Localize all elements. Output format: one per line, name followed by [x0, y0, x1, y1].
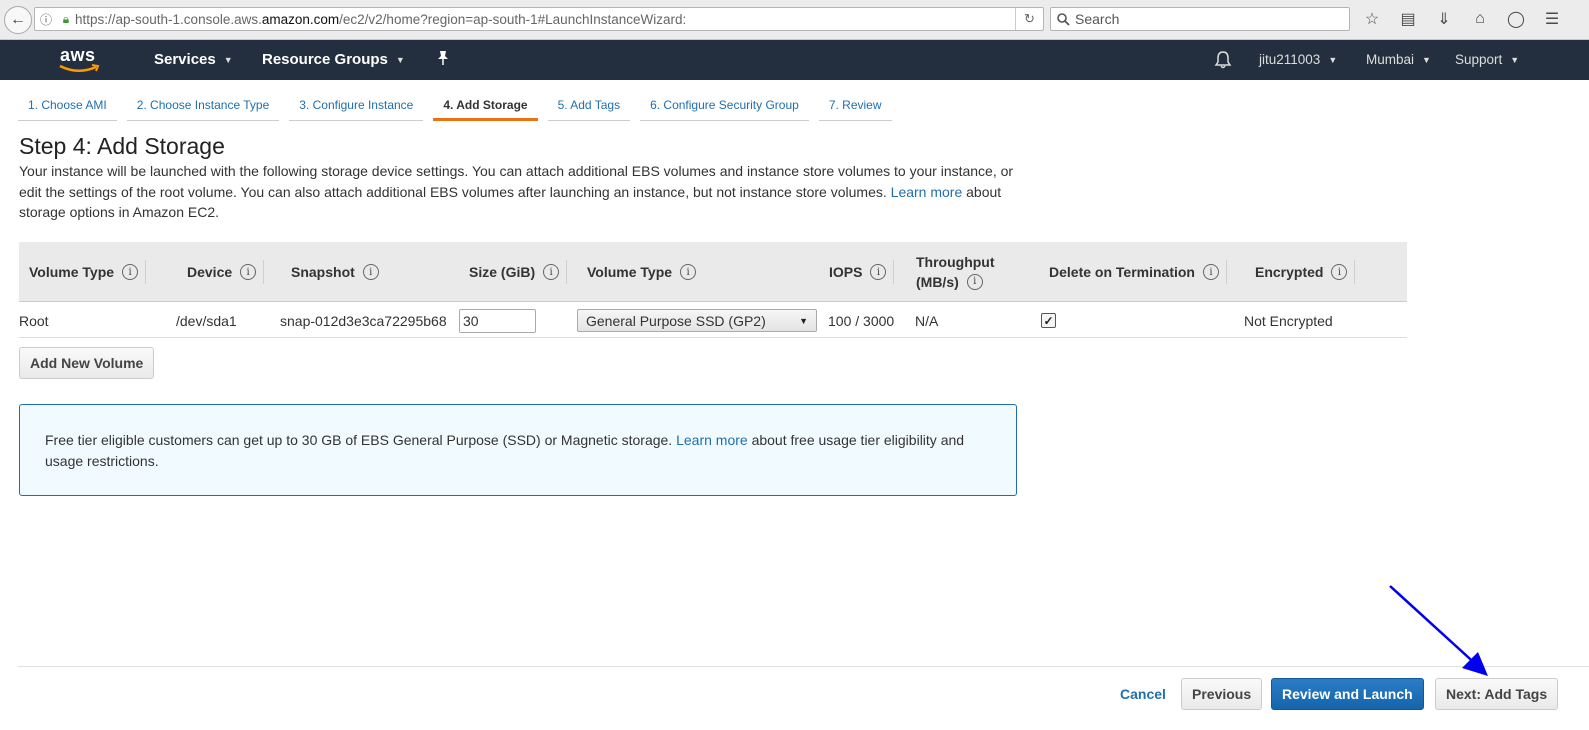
- reload-icon[interactable]: ↻: [1015, 8, 1043, 30]
- support-menu[interactable]: Support ▼: [1455, 52, 1519, 67]
- url-text[interactable]: https://ap-south-1.console.aws.amazon.co…: [75, 12, 686, 27]
- header-size: Size (GiB) i: [469, 242, 568, 302]
- search-icon: [1057, 12, 1070, 26]
- aws-logo[interactable]: aws: [58, 45, 104, 75]
- url-bar[interactable]: ⓘ 🔒︎ https://ap-south-1.console.aws.amaz…: [34, 7, 1044, 31]
- user-menu[interactable]: jitu211003 ▼: [1259, 52, 1337, 67]
- resource-groups-menu[interactable]: Resource Groups ▼: [262, 51, 405, 68]
- cell-size: [459, 303, 536, 338]
- volume-type-select[interactable]: General Purpose SSD (GP2) ▼: [577, 309, 817, 332]
- star-icon[interactable]: ☆: [1360, 8, 1384, 30]
- cell-iops: 100 / 3000: [828, 312, 895, 329]
- learn-more-link[interactable]: Learn more: [891, 184, 963, 200]
- size-input[interactable]: [459, 308, 536, 333]
- page-title: Step 4: Add Storage: [19, 133, 225, 159]
- info-icon[interactable]: i: [543, 264, 560, 280]
- header-throughput: Throughput (MB/s) i: [916, 254, 995, 290]
- info-icon[interactable]: i: [1331, 264, 1348, 280]
- info-icon[interactable]: i: [1202, 264, 1219, 280]
- storage-table-header: Volume Type i Device i Snapshot i Size (GiB…: [19, 242, 1407, 302]
- info-icon[interactable]: i: [966, 274, 983, 290]
- chevron-down-icon: ▼: [1422, 54, 1431, 65]
- header-volume-type-select: Volume Type i: [587, 242, 697, 302]
- info-icon[interactable]: i: [680, 264, 697, 280]
- header-snapshot: Snapshot i: [291, 242, 379, 302]
- browser-toolbar: ← ⓘ 🔒︎ https://ap-south-1.console.aws.am…: [0, 0, 1589, 40]
- tab-review[interactable]: 7. Review: [818, 94, 892, 121]
- tab-add-storage[interactable]: 4. Add Storage: [433, 94, 538, 121]
- info-icon[interactable]: i: [122, 264, 139, 280]
- cell-delete-on-termination: ✓: [1041, 303, 1056, 338]
- aws-top-nav: aws Services ▼ Resource Groups ▼ jitu21100…: [0, 40, 1589, 80]
- delete-on-termination-checkbox[interactable]: ✓: [1041, 313, 1056, 328]
- reader-icon[interactable]: ▤: [1396, 8, 1420, 30]
- wizard-steps: 1. Choose AMI 2. Choose Instance Type 3.…: [18, 94, 902, 121]
- annotation-arrow-icon: [1389, 585, 1488, 676]
- cell-throughput: N/A: [915, 312, 939, 329]
- header-device: Device i: [187, 242, 265, 302]
- header-volume-type: Volume Type i: [29, 242, 147, 302]
- info-icon[interactable]: i: [240, 264, 257, 280]
- download-icon[interactable]: ⇓: [1432, 8, 1456, 30]
- header-iops: IOPS i: [829, 242, 895, 302]
- home-icon[interactable]: ⌂: [1468, 8, 1492, 30]
- header-encrypted: Encrypted i: [1255, 242, 1356, 302]
- pocket-icon[interactable]: ◯: [1504, 8, 1528, 30]
- info-icon[interactable]: ⓘ: [35, 11, 57, 28]
- table-row: Root /dev/sda1 snap-012d3e3ca72295b68 Ge…: [19, 303, 1407, 338]
- chevron-down-icon: ▼: [1328, 54, 1338, 65]
- cell-snapshot: snap-012d3e3ca72295b68: [280, 312, 447, 329]
- cell-volume-type-select: General Purpose SSD (GP2) ▼: [577, 303, 817, 338]
- cancel-link[interactable]: Cancel: [1120, 686, 1166, 702]
- free-tier-info-box: Free tier eligible customers can get up …: [19, 404, 1017, 496]
- check-icon: ✓: [1043, 313, 1054, 328]
- tab-configure-security-group[interactable]: 6. Configure Security Group: [640, 94, 809, 121]
- page-description: Your instance will be launched with the …: [19, 163, 1014, 220]
- chevron-down-icon: ▼: [395, 54, 405, 65]
- chevron-down-icon: ▼: [1510, 54, 1520, 65]
- bell-icon[interactable]: [1213, 50, 1233, 70]
- browser-search-input[interactable]: Search: [1050, 7, 1350, 31]
- review-and-launch-button[interactable]: Review and Launch: [1271, 678, 1424, 710]
- chevron-down-icon: ▼: [799, 315, 808, 326]
- back-arrow-icon[interactable]: ←: [4, 6, 32, 34]
- tab-choose-instance-type[interactable]: 2. Choose Instance Type: [126, 94, 280, 121]
- tab-choose-ami[interactable]: 1. Choose AMI: [18, 94, 117, 121]
- menu-icon[interactable]: ☰: [1540, 8, 1564, 30]
- region-menu[interactable]: Mumbai ▼: [1366, 52, 1431, 67]
- footer-divider: [18, 666, 1589, 667]
- aws-smile-icon: [59, 64, 100, 72]
- services-menu[interactable]: Services ▼: [154, 51, 233, 68]
- lock-icon: 🔒︎: [62, 11, 70, 26]
- cell-device: /dev/sda1: [176, 312, 237, 329]
- tab-add-tags[interactable]: 5. Add Tags: [547, 94, 631, 121]
- cell-volume-type: Root: [19, 312, 49, 329]
- add-new-volume-button[interactable]: Add New Volume: [19, 347, 155, 379]
- chevron-down-icon: ▼: [223, 54, 233, 65]
- info-icon[interactable]: i: [362, 264, 379, 280]
- previous-button[interactable]: Previous: [1181, 678, 1263, 710]
- next-add-tags-button[interactable]: Next: Add Tags: [1435, 678, 1559, 710]
- free-tier-learn-more-link[interactable]: Learn more: [676, 432, 748, 448]
- pin-icon[interactable]: [436, 50, 450, 66]
- tab-configure-instance[interactable]: 3. Configure Instance: [289, 94, 424, 121]
- header-delete-on-termination: Delete on Termination i: [1049, 242, 1227, 302]
- cell-encrypted: Not Encrypted: [1244, 312, 1333, 329]
- info-icon[interactable]: i: [870, 264, 887, 280]
